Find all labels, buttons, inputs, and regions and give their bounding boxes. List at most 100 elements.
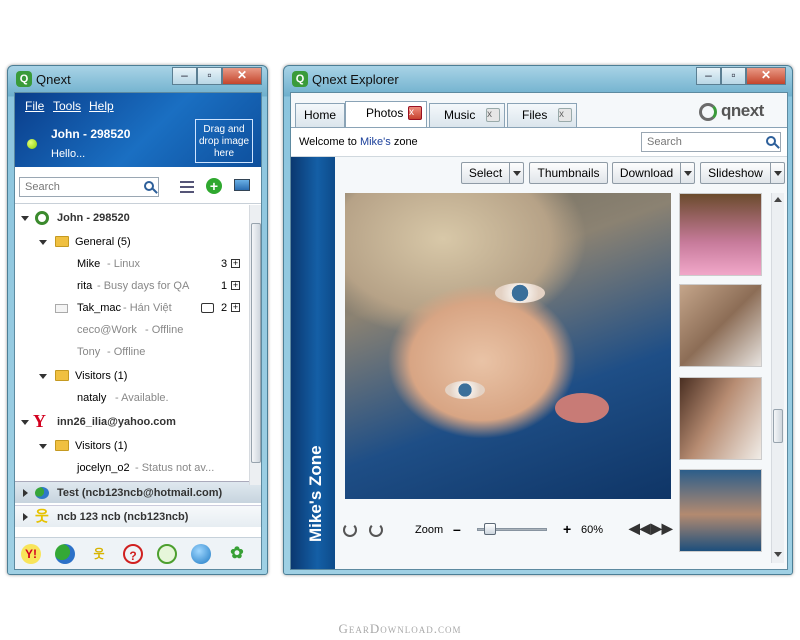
expand-arrow-icon[interactable] (39, 240, 47, 245)
divider (15, 203, 261, 204)
expand-plus-icon[interactable]: + (231, 281, 240, 290)
expand-arrow-icon[interactable] (21, 420, 29, 425)
tab-music[interactable]: Music x (429, 103, 505, 127)
main-photo[interactable] (345, 193, 671, 499)
user-name[interactable]: John - 298520 (51, 127, 130, 141)
aim-runner-icon[interactable]: 웃 (89, 544, 109, 564)
chevron-down-icon[interactable] (680, 163, 694, 183)
close-tab-icon[interactable]: x (408, 106, 422, 120)
collapsed-arrow-icon[interactable] (23, 513, 28, 521)
contact-row[interactable]: Tony - Offline (15, 341, 249, 363)
tree-row-group-visitors-yahoo[interactable]: Visitors (1) (15, 435, 249, 457)
thumbnails-button[interactable]: Thumbnails (529, 162, 608, 184)
minimize-button[interactable]: – (696, 67, 721, 85)
expand-plus-icon[interactable]: + (231, 259, 240, 268)
slideshow-button[interactable]: Slideshow (700, 162, 785, 184)
scroll-thumb[interactable] (251, 223, 261, 463)
tree-row-aim-account[interactable]: 웃 ncb 123 ncb (ncb123ncb) (15, 505, 261, 527)
zoom-in-button[interactable]: + (563, 521, 571, 537)
contact-name: ceco@Work (77, 324, 137, 336)
watermark-text: GearDownload.com (338, 621, 462, 636)
maximize-button[interactable]: ▫ (721, 67, 746, 85)
contact-row[interactable]: Tak_mac - Hán Việt 2 + (15, 297, 249, 319)
thumbnail[interactable] (679, 469, 762, 552)
explorer-client-area: Home Photos x Music x Files x qnext Welcome… (290, 92, 788, 570)
zoom-slider-thumb[interactable] (484, 523, 496, 535)
expand-arrow-icon[interactable] (39, 444, 47, 449)
thumbnail[interactable] (679, 284, 762, 367)
avatar-drop-zone[interactable]: Drag and drop image here (195, 119, 253, 163)
tab-photos[interactable]: Photos x (345, 101, 427, 127)
user-status-message[interactable]: Hello... (51, 148, 85, 160)
network-toolbar: Y! 웃 ? ✿ (15, 537, 261, 569)
add-contact-icon[interactable]: + (206, 178, 222, 194)
contact-search-input[interactable]: Search (19, 177, 159, 197)
envelope-icon (55, 304, 68, 313)
zone-owner-link[interactable]: Mike's (360, 136, 391, 148)
contact-status: - Status not av... (135, 462, 215, 474)
select-button[interactable]: Select (461, 162, 524, 184)
minimize-button[interactable]: – (172, 67, 197, 85)
tree-row-group-visitors[interactable]: Visitors (1) (15, 365, 249, 387)
previous-photo-icon[interactable]: ◀◀ (629, 520, 651, 537)
close-button[interactable]: ✕ (222, 67, 262, 85)
thumbnail[interactable] (679, 377, 762, 460)
tree-row-msn-account[interactable]: Test (ncb123ncb@hotmail.com) (15, 481, 261, 503)
yahoo-icon[interactable]: Y! (21, 544, 41, 564)
chat-icon[interactable] (191, 544, 211, 564)
scroll-down-icon[interactable] (774, 552, 782, 557)
menu-help[interactable]: Help (89, 99, 114, 113)
contact-row[interactable]: Mike - Linux 3 + (15, 253, 249, 275)
rotate-right-icon[interactable] (369, 523, 383, 537)
expand-arrow-icon[interactable] (21, 216, 29, 221)
tree-row-qnext-account[interactable]: John - 298520 (15, 207, 249, 229)
expand-plus-icon[interactable]: + (231, 303, 240, 312)
zoom-out-button[interactable]: – (453, 521, 461, 537)
scroll-up-icon[interactable] (774, 197, 782, 202)
contact-row[interactable]: nataly - Available. (15, 387, 249, 409)
maximize-button[interactable]: ▫ (197, 67, 222, 85)
chevron-down-icon[interactable] (509, 163, 523, 183)
tree-row-yahoo-account[interactable]: Y inn26_ilia@yahoo.com (15, 411, 249, 433)
view-options-icon[interactable] (180, 181, 194, 193)
collapsed-arrow-icon[interactable] (23, 489, 28, 497)
close-tab-icon[interactable]: x (558, 108, 572, 122)
menu-file[interactable]: File (25, 99, 44, 113)
rotate-left-icon[interactable] (343, 523, 357, 537)
contact-row[interactable]: ceco@Work - Offline (15, 319, 249, 341)
thumbnail[interactable] (679, 193, 762, 276)
thumbnail-strip (679, 193, 769, 552)
title-bar[interactable]: Q Qnext – ▫ ✕ (8, 66, 267, 92)
next-photo-icon[interactable]: ▶▶ (651, 520, 673, 537)
contact-row[interactable]: rita - Busy days for QA 1 + (15, 275, 249, 297)
chevron-down-icon[interactable] (770, 163, 784, 183)
msn-buddies-icon[interactable] (55, 544, 75, 564)
computer-icon[interactable] (234, 179, 250, 191)
scroll-thumb[interactable] (773, 409, 783, 443)
title-bar[interactable]: Q Qnext Explorer – ▫ ✕ (284, 66, 792, 92)
contact-list-scrollbar[interactable] (249, 205, 261, 485)
expand-arrow-icon[interactable] (39, 374, 47, 379)
question-icon[interactable]: ? (123, 544, 143, 564)
icq-flower-icon[interactable]: ✿ (227, 544, 247, 564)
chat-bubble-icon[interactable] (201, 303, 214, 313)
chat-bubble-icon[interactable] (157, 544, 177, 564)
menu-tools[interactable]: Tools (53, 99, 81, 113)
tab-files[interactable]: Files x (507, 103, 577, 127)
close-button[interactable]: ✕ (746, 67, 786, 85)
search-icon[interactable] (766, 136, 776, 146)
contact-row[interactable]: jocelyn_o2 - Status not av... (15, 457, 249, 479)
tree-row-group-general[interactable]: General (5) (15, 231, 249, 253)
photo-search-input[interactable]: Search (641, 132, 781, 152)
thumbnail-scrollbar[interactable] (771, 193, 784, 563)
online-status-icon[interactable] (27, 139, 37, 149)
close-tab-icon[interactable]: x (486, 108, 500, 122)
folder-icon (55, 440, 69, 451)
download-button[interactable]: Download (612, 162, 695, 184)
qnext-explorer-window: Q Qnext Explorer – ▫ ✕ Home Photos x Musi… (283, 65, 793, 575)
profile-banner: File Tools Help John - 298520 Hello... D… (15, 93, 261, 167)
search-icon[interactable] (144, 181, 154, 191)
tab-home[interactable]: Home (295, 103, 345, 127)
msn-buddies-icon (35, 487, 49, 499)
contact-name: Tony (77, 346, 101, 358)
